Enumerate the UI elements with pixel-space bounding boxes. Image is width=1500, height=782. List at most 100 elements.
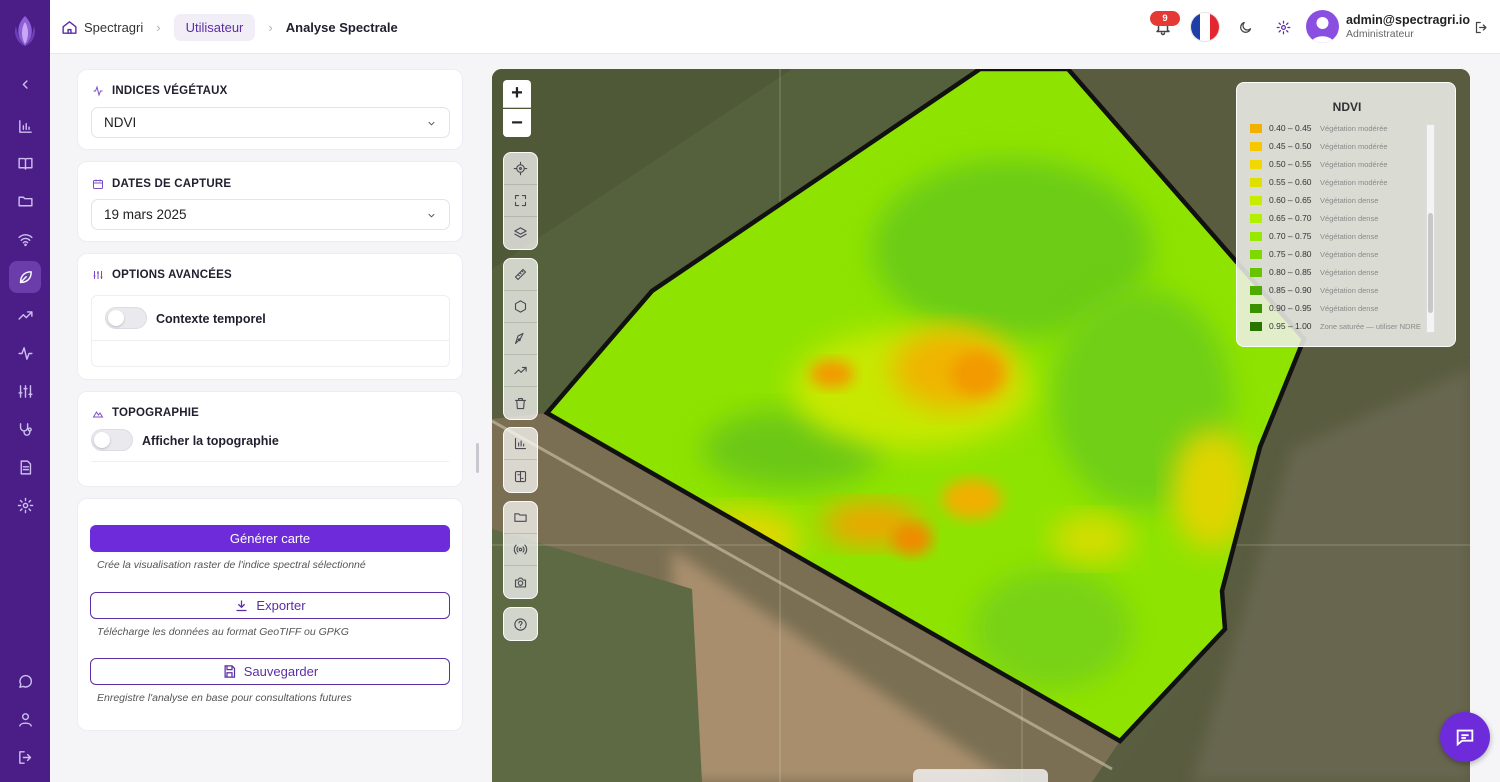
sensors-button[interactable]	[504, 534, 537, 566]
leaf-icon[interactable]	[9, 261, 41, 293]
breadcrumb-current: Analyse Spectrale	[285, 19, 398, 35]
topography-toggle-label: Afficher la topographie	[142, 434, 279, 448]
legend-description: Végétation modérée	[1320, 159, 1388, 169]
legend-range: 0.40 – 0.45	[1269, 123, 1312, 133]
signout-icon[interactable]	[1468, 14, 1494, 40]
message-icon[interactable]	[9, 665, 41, 697]
divider	[91, 461, 449, 462]
date-select[interactable]: 19 mars 2025	[91, 199, 450, 230]
legend-swatch	[1250, 213, 1262, 223]
activity-icon	[93, 85, 103, 97]
export-button[interactable]: Exporter	[90, 592, 450, 619]
breadcrumb-home[interactable]: Spectragri	[84, 20, 143, 35]
home-icon[interactable]	[60, 18, 78, 36]
generate-hint: Crée la visualisation raster de l'indice…	[97, 559, 366, 571]
book-icon[interactable]	[9, 147, 41, 179]
language-flag-fr-icon[interactable]	[1190, 12, 1220, 42]
legend-range: 0.95 – 1.00	[1269, 321, 1312, 331]
indices-header: INDICES VÉGÉTAUX	[92, 85, 227, 97]
wifi-icon[interactable]	[9, 223, 41, 255]
document-icon[interactable]	[9, 451, 41, 483]
trending-up-icon[interactable]	[9, 299, 41, 331]
legend-description: Végétation dense	[1320, 231, 1379, 241]
measure-button[interactable]	[504, 259, 537, 291]
settings-gear-icon[interactable]	[9, 489, 41, 521]
chat-support-button[interactable]	[1440, 712, 1490, 762]
legend-item: 0.40 – 0.45 Végétation modérée	[1250, 121, 1388, 135]
draw-polygon-button[interactable]	[504, 291, 537, 323]
breadcrumb-separator-icon: ›	[268, 19, 273, 35]
legend-swatch	[1250, 303, 1262, 313]
temporal-context-label: Contexte temporel	[156, 312, 266, 326]
settings-icon[interactable]	[1270, 14, 1296, 40]
map-data-tools	[503, 501, 538, 599]
calendar-icon	[93, 179, 103, 189]
chevron-down-icon	[428, 121, 435, 126]
theme-toggle-icon[interactable]	[1232, 14, 1258, 40]
stethoscope-icon[interactable]	[9, 413, 41, 445]
avatar[interactable]	[1306, 10, 1339, 43]
legend-item: 0.95 – 1.00 Zone saturée — utiliser NDRE	[1250, 319, 1421, 333]
trend-line-icon	[514, 366, 527, 375]
legend-range: 0.45 – 0.50	[1269, 141, 1312, 151]
activity-icon[interactable]	[9, 337, 41, 369]
save-button[interactable]: Sauvegarder	[90, 658, 450, 685]
layers-button[interactable]	[504, 217, 537, 249]
divider	[92, 340, 449, 341]
screenshot-button[interactable]	[504, 566, 537, 598]
legend-range: 0.80 – 0.85	[1269, 267, 1312, 277]
map-draw-tools	[503, 258, 538, 420]
fullscreen-button[interactable]	[504, 185, 537, 217]
advanced-options-title: OPTIONS AVANCÉES	[112, 269, 232, 281]
legend-description: Végétation dense	[1320, 213, 1379, 223]
zoom-in-button[interactable]: +	[503, 80, 531, 108]
legend-description: Végétation modérée	[1320, 177, 1388, 187]
breadcrumb-separator-icon: ›	[156, 19, 161, 35]
locate-button[interactable]	[504, 153, 537, 185]
map-bottom-control[interactable]	[913, 769, 1048, 782]
legend-item: 0.90 – 0.95 Végétation dense	[1250, 301, 1378, 315]
ndvi-legend: NDVI 0.40 – 0.45 Végétation modérée 0.45 –…	[1236, 82, 1456, 347]
topography-toggle[interactable]	[91, 429, 133, 451]
sliders-icon[interactable]	[9, 375, 41, 407]
zoom-in-label: +	[511, 82, 523, 104]
logout-icon[interactable]	[9, 741, 41, 773]
index-select[interactable]: NDVI	[91, 107, 450, 138]
dates-header: DATES DE CAPTURE	[92, 178, 231, 190]
statistics-button[interactable]	[504, 428, 537, 460]
indices-title: INDICES VÉGÉTAUX	[112, 85, 228, 97]
folder-open-icon	[514, 513, 527, 522]
generate-map-button[interactable]: Générer carte	[90, 525, 450, 552]
legend-item: 0.55 – 0.60 Végétation modérée	[1250, 175, 1388, 189]
legend-item: 0.85 – 0.90 Végétation dense	[1250, 283, 1378, 297]
export-label: Exporter	[256, 598, 306, 613]
legend-scrollbar[interactable]	[1426, 124, 1435, 333]
legend-range: 0.60 – 0.65	[1269, 195, 1312, 205]
legend-scroll-thumb[interactable]	[1428, 213, 1433, 313]
help-button[interactable]	[504, 608, 537, 640]
map-view-tools	[503, 152, 538, 250]
folder-icon[interactable]	[9, 185, 41, 217]
legend-range: 0.55 – 0.60	[1269, 177, 1312, 187]
breadcrumb-section[interactable]: Utilisateur	[173, 13, 256, 41]
open-file-button[interactable]	[504, 502, 537, 534]
draw-shape-button[interactable]	[504, 323, 537, 355]
draw-line-button[interactable]	[504, 355, 537, 387]
collapse-sidebar-icon[interactable]	[9, 68, 41, 100]
user-icon[interactable]	[9, 703, 41, 735]
map-view[interactable]: + − NDVI 0.40 – 0.45 Végétation modérée 0.…	[492, 69, 1470, 782]
topography-card: TOPOGRAPHIE Afficher la topographie	[77, 391, 463, 487]
dashboard-chart-icon[interactable]	[9, 110, 41, 142]
zoom-out-button[interactable]: −	[503, 109, 531, 137]
temporal-context-toggle[interactable]	[105, 307, 147, 329]
spectragri-logo[interactable]	[11, 14, 39, 48]
legend-title: NDVI	[1332, 100, 1362, 114]
legend-range: 0.65 – 0.70	[1269, 213, 1312, 223]
delete-drawing-button[interactable]	[504, 387, 537, 419]
panel-resize-handle[interactable]	[476, 443, 479, 473]
compare-button[interactable]	[504, 460, 537, 492]
indices-card: INDICES VÉGÉTAUX NDVI	[77, 69, 463, 150]
date-select-value: 19 mars 2025	[104, 207, 187, 222]
legend-item: 0.60 – 0.65 Végétation dense	[1250, 193, 1378, 207]
legend-swatch	[1250, 249, 1262, 259]
